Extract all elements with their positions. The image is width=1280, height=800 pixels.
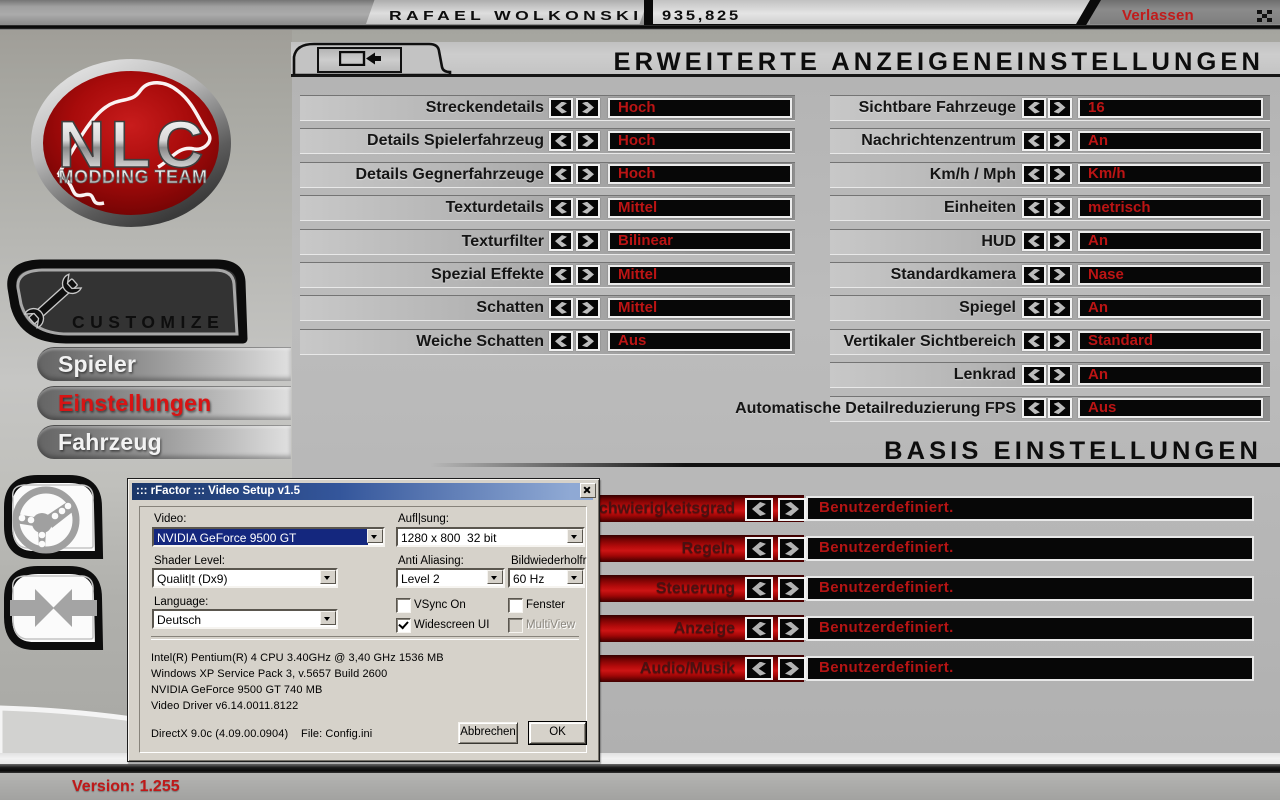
svg-text:MODDING TEAM: MODDING TEAM: [59, 167, 208, 187]
svg-text:CUSTOMIZE: CUSTOMIZE: [72, 312, 224, 332]
